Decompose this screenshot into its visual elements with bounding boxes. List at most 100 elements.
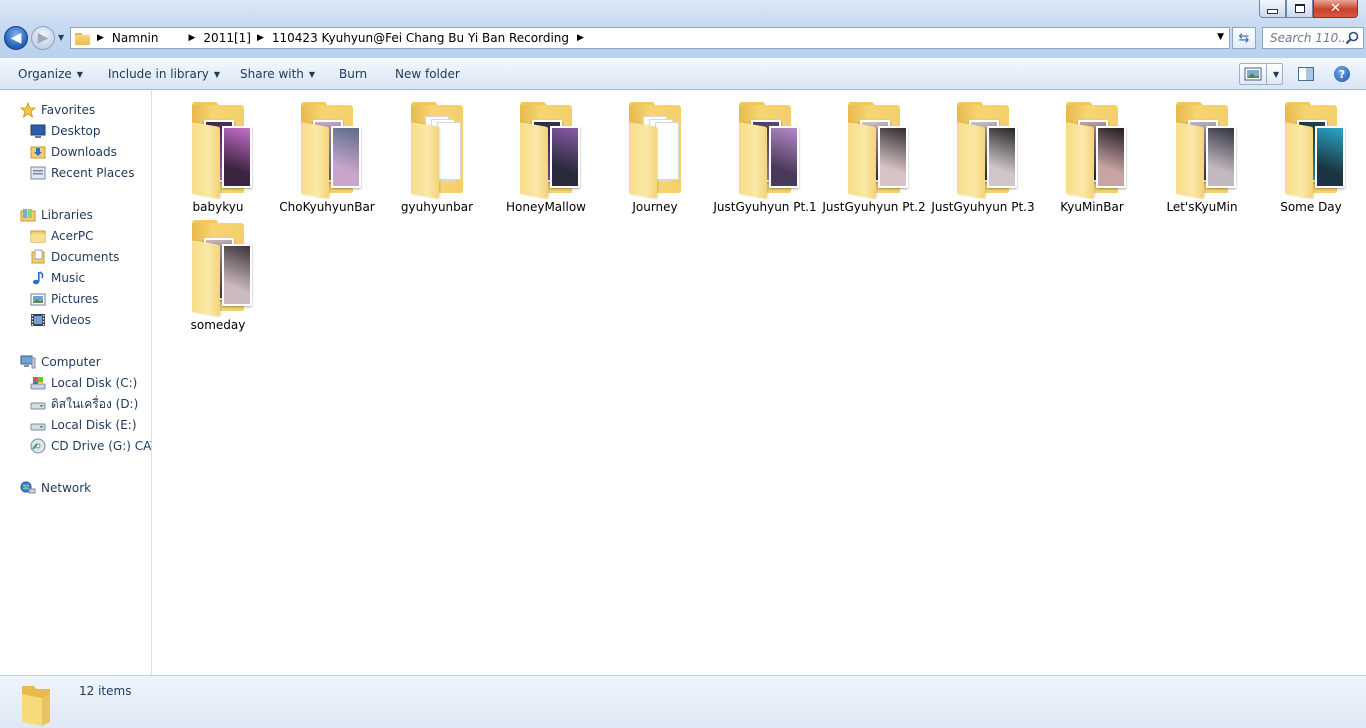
forward-arrow-icon: ▶	[37, 30, 49, 46]
nav-computer[interactable]: Computer	[20, 352, 101, 372]
drive-icon	[30, 423, 46, 431]
item-count: 12 items	[79, 684, 132, 698]
chevron-down-icon: ▼	[76, 70, 83, 79]
nav-libraries[interactable]: Libraries	[20, 205, 93, 225]
help-button[interactable]: ?	[1334, 66, 1350, 82]
breadcrumb-item[interactable]: Namnin	[112, 31, 159, 45]
recent-places-icon	[30, 166, 46, 180]
folder-icon	[299, 102, 365, 202]
nav-item-downloads[interactable]: Downloads	[30, 142, 117, 162]
documents-icon	[31, 249, 45, 264]
nav-item-documents[interactable]: Documents	[30, 247, 119, 267]
back-button[interactable]: ◀	[4, 26, 28, 50]
folder-icon	[190, 102, 256, 202]
star-icon	[20, 102, 36, 118]
refresh-button[interactable]: ⇆	[1232, 27, 1256, 49]
maximize-button[interactable]	[1286, 0, 1313, 18]
address-dropdown-icon[interactable]: ▼	[1217, 32, 1224, 42]
nav-item-acerpc[interactable]: AcerPC	[30, 226, 94, 246]
folder-item[interactable]: KyuMinBar	[1040, 94, 1144, 214]
pictures-icon	[30, 293, 46, 306]
nav-item-music[interactable]: Music	[30, 268, 85, 288]
videos-icon	[31, 314, 45, 326]
nav-favorites[interactable]: Favorites	[20, 100, 95, 120]
folder-item[interactable]: babykyu	[166, 94, 270, 214]
folder-name: JustGyuhyun Pt.1	[713, 200, 817, 214]
address-bar[interactable]: ▶ Namnin ▶ 2011[1] ▶ 110423 Kyuhyun@Fei …	[70, 27, 1230, 49]
folder-icon	[22, 686, 50, 726]
breadcrumb-item[interactable]: 2011[1]	[203, 31, 251, 45]
library-folder-icon	[30, 230, 46, 243]
change-view-button[interactable]: ▼	[1239, 63, 1283, 85]
libraries-icon	[20, 209, 36, 222]
folder-item[interactable]: JustGyuhyun Pt.3	[931, 94, 1035, 214]
downloads-icon	[30, 146, 46, 159]
folder-name: someday	[190, 318, 246, 332]
nav-network[interactable]: Network	[20, 478, 91, 498]
folder-name: KyuMinBar	[1060, 200, 1124, 214]
network-icon	[20, 481, 36, 494]
details-pane: 12 items	[0, 675, 1366, 728]
organize-menu[interactable]: Organize ▼	[18, 67, 83, 81]
folder-item[interactable]: Let'sKyuMin	[1150, 94, 1254, 214]
share-with-menu[interactable]: Share with ▼	[240, 67, 315, 81]
folder-icon	[75, 32, 91, 45]
command-bar: Organize ▼ Include in library ▼ Share with…	[0, 58, 1366, 90]
maximize-icon	[1294, 4, 1305, 13]
nav-item-local-disk-c[interactable]: Local Disk (C:)	[30, 373, 137, 393]
minimize-button[interactable]	[1259, 0, 1286, 18]
chevron-down-icon: ▼	[213, 70, 221, 79]
file-list[interactable]: babykyu ChoKyuhyunBar gyuhyunbar HoneyMallo…	[152, 90, 1366, 675]
new-folder-button[interactable]: New folder	[395, 67, 460, 81]
burn-button[interactable]: Burn	[339, 67, 367, 81]
breadcrumb-separator[interactable]: ▶	[577, 33, 584, 43]
search-icon[interactable]	[1345, 31, 1359, 45]
nav-item-videos[interactable]: Videos	[30, 310, 91, 330]
folder-icon	[955, 102, 1021, 202]
nav-item-desktop[interactable]: Desktop	[30, 121, 101, 141]
search-input[interactable]	[1268, 30, 1350, 46]
drive-icon	[30, 402, 46, 410]
system-drive-icon	[30, 377, 46, 390]
folder-name: JustGyuhyun Pt.2	[822, 200, 926, 214]
nav-item-cd-drive[interactable]: CD Drive (G:) CAT 6	[30, 436, 151, 456]
close-icon: ✕	[1330, 1, 1341, 16]
folder-item[interactable]: ChoKyuhyunBar	[275, 94, 379, 214]
folder-name: Let'sKyuMin	[1166, 200, 1238, 214]
folder-item[interactable]: JustGyuhyun Pt.2	[822, 94, 926, 214]
view-icon	[1244, 67, 1262, 81]
folder-item[interactable]: JustGyuhyun Pt.1	[713, 94, 817, 214]
breadcrumb-separator[interactable]: ▶	[97, 33, 104, 43]
folder-name: gyuhyunbar	[400, 200, 474, 214]
help-icon: ?	[1338, 67, 1346, 81]
nav-item-recent-places[interactable]: Recent Places	[30, 163, 134, 183]
nav-item-pictures[interactable]: Pictures	[30, 289, 99, 309]
history-dropdown-icon[interactable]: ▼	[58, 33, 66, 42]
music-icon	[33, 271, 44, 285]
folder-item[interactable]: HoneyMallow	[494, 94, 598, 214]
forward-button[interactable]: ▶	[31, 26, 55, 50]
folder-name: Journey	[632, 200, 678, 214]
refresh-icon: ⇆	[1238, 30, 1250, 46]
folder-icon	[627, 102, 693, 202]
folder-icon	[518, 102, 584, 202]
folder-icon	[1174, 102, 1240, 202]
folder-item[interactable]: Journey	[603, 94, 707, 214]
nav-item-local-disk-d[interactable]: ดิสในเครื่อง (D:)	[30, 394, 138, 414]
include-in-library-menu[interactable]: Include in library ▼	[108, 67, 220, 81]
breadcrumb-separator[interactable]: ▶	[257, 33, 264, 43]
folder-item[interactable]: gyuhyunbar	[385, 94, 489, 214]
folder-item[interactable]: someday	[166, 212, 270, 332]
preview-pane-button[interactable]	[1298, 67, 1314, 81]
folder-name: HoneyMallow	[506, 200, 586, 214]
navigation-pane: Favorites Desktop Downloads Recent Place…	[0, 90, 152, 675]
folder-icon	[409, 102, 475, 202]
breadcrumb-item[interactable]: 110423 Kyuhyun@Fei Chang Bu Yi Ban Recor…	[272, 31, 569, 45]
folder-item[interactable]: Some Day	[1259, 94, 1363, 214]
chevron-down-icon[interactable]: ▼	[1273, 70, 1279, 79]
search-box[interactable]	[1262, 27, 1364, 49]
window-frame: ✕ ◀ ▶ ▼ ▶ Namnin ▶ 2011[1] ▶ 110423 Kyuh…	[0, 0, 1366, 58]
nav-item-local-disk-e[interactable]: Local Disk (E:)	[30, 415, 137, 435]
breadcrumb-separator[interactable]: ▶	[189, 33, 196, 43]
close-button[interactable]: ✕	[1313, 0, 1358, 18]
